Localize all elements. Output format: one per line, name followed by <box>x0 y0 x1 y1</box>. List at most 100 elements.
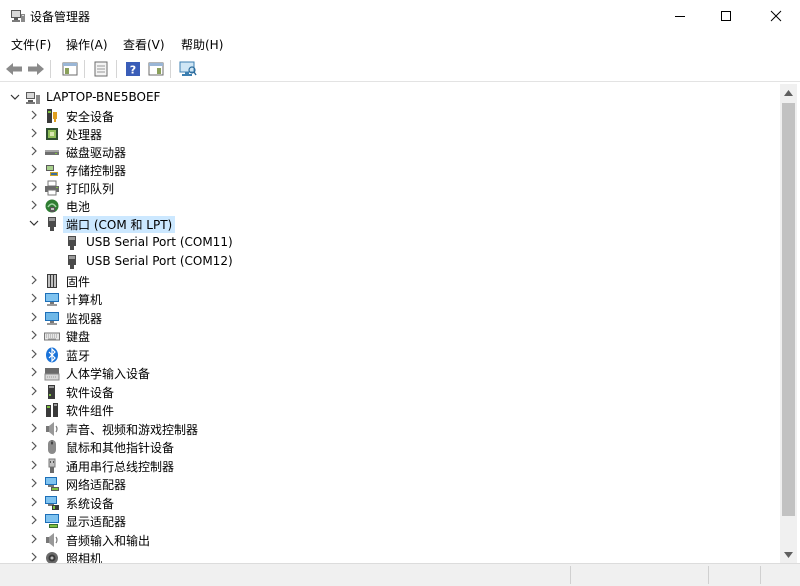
tree-item-sound-video-game[interactable]: 声音、视频和游戏控制器 <box>2 420 780 438</box>
tree-item-bluetooth[interactable]: 蓝牙 <box>2 346 780 364</box>
chevron-right-icon[interactable] <box>29 386 39 396</box>
forward-button[interactable] <box>26 59 46 79</box>
tree-item-processors[interactable]: 处理器 <box>2 125 780 143</box>
maximize-button[interactable] <box>703 0 749 32</box>
scroll-down-button[interactable] <box>780 546 797 563</box>
tree-item-system-devices[interactable]: 系统设备 <box>2 494 780 512</box>
vertical-scrollbar[interactable] <box>780 84 797 563</box>
tree-item-batteries[interactable]: 电池 <box>2 197 780 215</box>
tree-item-print-queues[interactable]: 打印队列 <box>2 179 780 197</box>
tree-item-software-devices[interactable]: 软件设备 <box>2 383 780 401</box>
status-segment-divider <box>760 566 761 584</box>
close-icon <box>770 10 782 22</box>
menu-action[interactable]: 操作(A) <box>66 36 108 53</box>
close-button[interactable] <box>753 0 799 32</box>
camera-icon <box>46 552 58 563</box>
menu-help[interactable]: 帮助(H) <box>181 36 223 53</box>
title-bar[interactable]: 设备管理器 <box>0 0 800 32</box>
scan-hardware-button[interactable] <box>178 59 198 79</box>
status-bar <box>0 563 800 586</box>
chevron-right-icon[interactable] <box>29 478 39 488</box>
tree-item-security-devices[interactable]: 安全设备 <box>2 107 780 125</box>
chevron-right-icon[interactable] <box>29 182 39 192</box>
menu-view[interactable]: 查看(V) <box>123 36 165 53</box>
chevron-right-icon[interactable] <box>29 293 39 303</box>
tree-item-storage-controllers[interactable]: 存储控制器 <box>2 161 780 179</box>
tree-item-audio-io[interactable]: 音频输入和输出 <box>2 531 780 549</box>
tree-item-usb-serial-com12[interactable]: USB Serial Port (COM12) <box>2 253 780 271</box>
computer-name: LAPTOP-BNE5BOEF <box>46 90 161 104</box>
printer-icon <box>45 180 59 196</box>
storage-controller-icon <box>46 165 58 176</box>
tree-item-hid[interactable]: 人体学输入设备 <box>2 364 780 382</box>
chevron-right-icon[interactable] <box>29 200 39 210</box>
tree-item-firmware[interactable]: 固件 <box>2 272 780 290</box>
firmware-icon <box>47 274 57 288</box>
scrollbar-thumb[interactable] <box>782 103 795 516</box>
scroll-up-button[interactable] <box>780 84 797 101</box>
tree-item-usb-serial-com11[interactable]: USB Serial Port (COM11) <box>2 234 780 252</box>
tree-item-software-components[interactable]: 软件组件 <box>2 401 780 419</box>
console-button[interactable] <box>146 59 166 79</box>
tree-item-label: 网络适配器 <box>66 478 127 492</box>
toolbar-separator <box>50 60 51 78</box>
tree-item-label: 系统设备 <box>66 497 115 511</box>
show-hide-tree-icon <box>62 62 78 76</box>
chevron-right-icon[interactable] <box>29 164 39 174</box>
minimize-button[interactable] <box>657 0 703 32</box>
tree-item-monitors[interactable]: 监视器 <box>2 309 780 327</box>
menu-file[interactable]: 文件(F) <box>11 36 51 53</box>
chevron-right-icon[interactable] <box>29 404 39 414</box>
chevron-right-icon[interactable] <box>29 349 39 359</box>
chevron-down-icon[interactable] <box>10 92 20 102</box>
chevron-right-icon[interactable] <box>29 275 39 285</box>
chevron-right-icon[interactable] <box>29 423 39 433</box>
maximize-icon <box>721 11 731 21</box>
chevron-right-icon[interactable] <box>29 515 39 525</box>
chevron-down-icon[interactable] <box>29 218 39 228</box>
back-arrow-icon <box>6 63 22 75</box>
chevron-right-icon[interactable] <box>29 552 39 562</box>
keyboard-icon <box>44 332 60 341</box>
tree-root[interactable]: LAPTOP-BNE5BOEF <box>2 89 780 107</box>
tree-item-usb-controllers[interactable]: 通用串行总线控制器 <box>2 457 780 475</box>
tree-item-label: 音频输入和输出 <box>66 534 151 548</box>
tree-item-label: 打印队列 <box>66 182 115 196</box>
tree-item-network-adapters[interactable]: 网络适配器 <box>2 475 780 493</box>
usb-icon <box>48 458 56 473</box>
chevron-right-icon[interactable] <box>29 330 39 340</box>
chevron-right-icon[interactable] <box>29 128 39 138</box>
monitor-icon <box>45 312 59 325</box>
chevron-right-icon[interactable] <box>29 110 39 120</box>
tree-item-mice[interactable]: 鼠标和其他指针设备 <box>2 438 780 456</box>
port-icon <box>68 255 76 269</box>
chevron-right-icon[interactable] <box>29 460 39 470</box>
tree-item-ports[interactable]: 端口 (COM 和 LPT) <box>2 215 780 233</box>
tree-item-cameras[interactable]: 照相机 <box>2 549 780 563</box>
chevron-right-icon[interactable] <box>29 534 39 544</box>
chevron-right-icon[interactable] <box>29 146 39 156</box>
device-tree[interactable]: LAPTOP-BNE5BOEF 安全设备 处理器 磁盘驱动器 存储控制器 打印队… <box>2 84 780 563</box>
tree-item-computer[interactable]: 计算机 <box>2 290 780 308</box>
display-adapter-icon <box>45 514 59 528</box>
help-icon: ? <box>126 62 140 77</box>
help-button[interactable]: ? <box>123 59 143 79</box>
chevron-right-icon[interactable] <box>29 497 39 507</box>
show-hide-tree-button[interactable] <box>60 59 80 79</box>
properties-button[interactable] <box>91 59 111 79</box>
chevron-right-icon[interactable] <box>29 441 39 451</box>
tree-item-label: 计算机 <box>66 293 103 307</box>
tree-item-label: 安全设备 <box>66 110 115 124</box>
tree-item-display-adapters[interactable]: 显示适配器 <box>2 512 780 530</box>
tree-item-label: 软件设备 <box>66 386 115 400</box>
tree-item-disk-drives[interactable]: 磁盘驱动器 <box>2 143 780 161</box>
tree-item-keyboards[interactable]: 键盘 <box>2 327 780 345</box>
bluetooth-icon <box>46 347 58 363</box>
chevron-right-icon[interactable] <box>29 367 39 377</box>
computer-icon <box>45 293 59 306</box>
tree-item-label: 电池 <box>66 200 91 214</box>
port-icon <box>48 217 56 231</box>
back-button[interactable] <box>4 59 24 79</box>
tree-item-label: 软件组件 <box>66 404 115 418</box>
chevron-right-icon[interactable] <box>29 312 39 322</box>
